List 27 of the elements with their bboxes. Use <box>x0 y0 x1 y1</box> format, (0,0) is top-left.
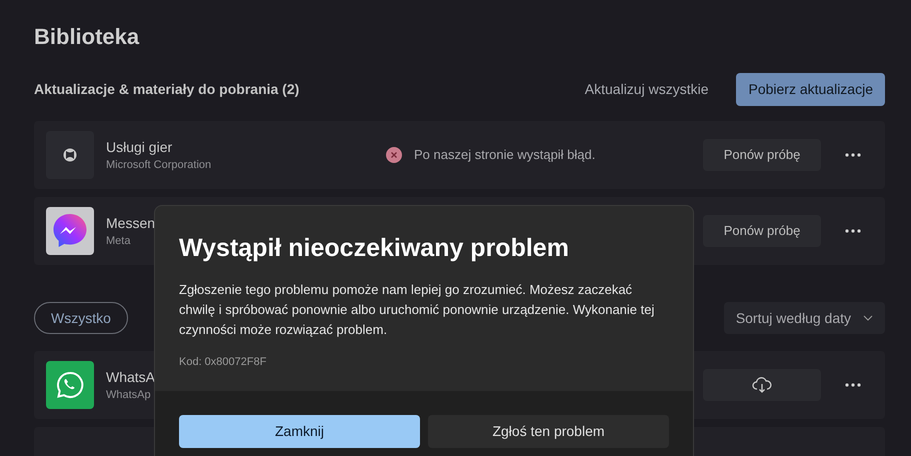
more-icon <box>845 229 861 233</box>
get-updates-button[interactable]: Pobierz aktualizacje <box>736 73 885 106</box>
retry-button[interactable]: Ponów próbę <box>703 215 821 247</box>
app-publisher: WhatsAp <box>106 388 152 403</box>
app-name: Usługi gier <box>106 138 174 157</box>
page-title: Biblioteka <box>34 23 140 51</box>
error-code: Kod: 0x80072F8F <box>179 355 268 370</box>
error-icon <box>386 147 402 163</box>
app-name: Messen <box>106 214 156 233</box>
section-heading: Aktualizacje & materiały do pobrania (2) <box>34 80 300 99</box>
dialog-message: Zgłoszenie tego problemu pomoże nam lepiej go zrozumieć. Możesz zaczekać chwilę i spróbować ponownie albo uruchomić ponownie urządzenie. Wykonanie tej czynności może rozwiązać problem. <box>179 281 656 339</box>
app-name: WhatsA <box>106 368 156 387</box>
filter-chip[interactable]: Wszystko <box>34 302 128 334</box>
dialog-title: Wystąpił nieoczekiwany problem <box>179 233 570 264</box>
app-publisher: Microsoft Corporation <box>106 158 212 173</box>
chevron-down-icon <box>863 315 873 321</box>
phone-bubble-icon <box>56 371 84 399</box>
app-publisher: Meta <box>106 234 132 249</box>
more-icon <box>845 153 861 157</box>
cloud-download-icon <box>752 377 772 393</box>
more-icon <box>845 383 861 387</box>
sort-dropdown[interactable]: Sortuj według daty <box>724 302 885 334</box>
update-all-link[interactable]: Aktualizuj wszystkie <box>584 79 708 100</box>
close-button[interactable]: Zamknij <box>179 415 420 448</box>
report-button[interactable]: Zgłoś ten problem <box>428 415 669 448</box>
retry-button[interactable]: Ponów próbę <box>703 139 821 171</box>
error-message: Po naszej stronie wystąpił błąd. <box>414 146 596 164</box>
